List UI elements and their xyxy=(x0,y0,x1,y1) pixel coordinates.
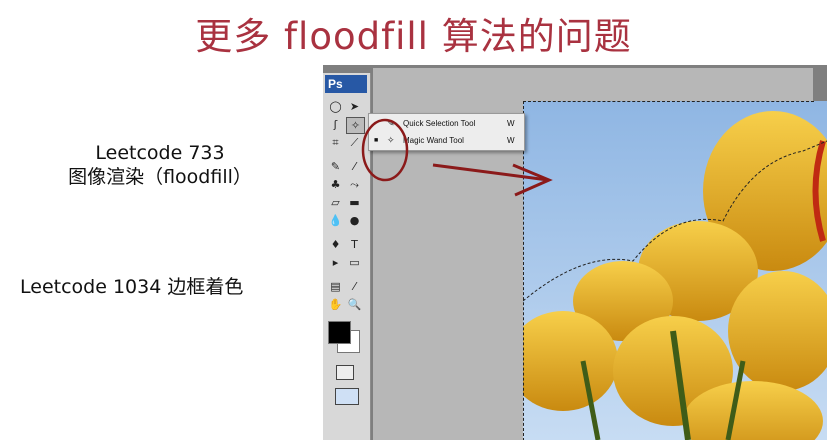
highlight-circle xyxy=(361,118,409,182)
floodfill-label: 图像渲染（floodfill） xyxy=(68,166,252,188)
leetcode-1034-note: Leetcode 1034 边框着色 xyxy=(20,276,244,298)
leetcode-733-note: Leetcode 733 图像渲染（floodfill） xyxy=(30,141,290,189)
photoshop-screenshot: Ps ◯ ➤ ʃ ✧ ⌗ ⟋ ✎ ⁄ ♣ ⤳ ▱ ▬ 💧 ● ♦ T ▸ ▭ ▤… xyxy=(323,65,827,440)
leetcode-733-label: Leetcode 733 xyxy=(95,142,225,164)
slide-title: 更多 floodfill 算法的问题 xyxy=(195,15,632,58)
annotation-overlay xyxy=(361,118,553,197)
